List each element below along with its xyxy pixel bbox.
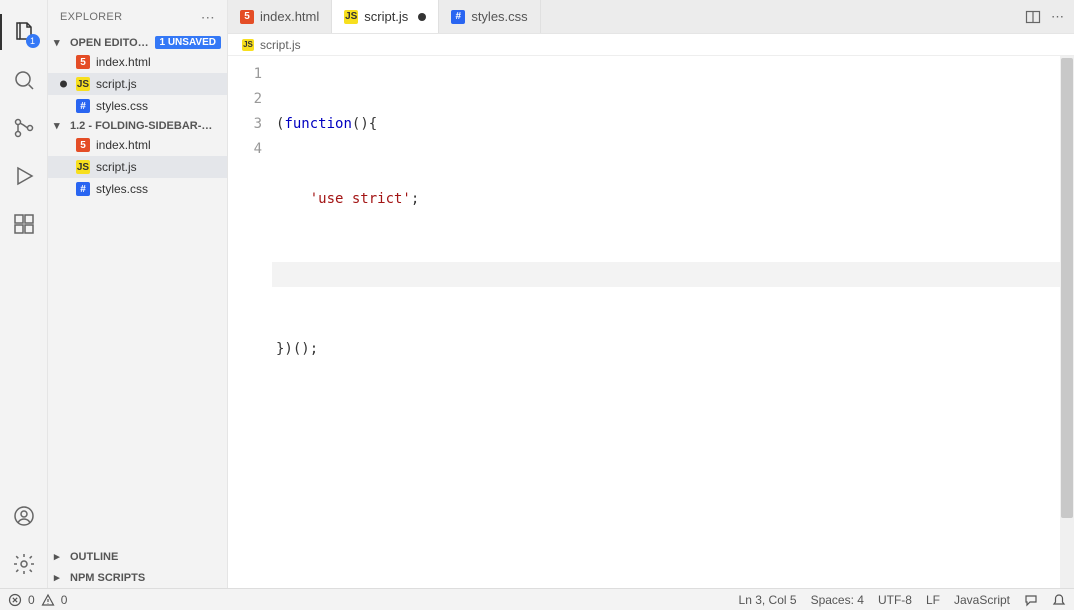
source-control-icon	[12, 116, 36, 140]
html-file-icon: 5	[76, 55, 90, 69]
open-editor-item[interactable]: # styles.css	[48, 95, 227, 117]
folder-file-item[interactable]: 5 index.html	[48, 134, 227, 156]
warnings-count[interactable]: 0	[61, 593, 68, 607]
activity-extensions[interactable]	[0, 200, 48, 248]
account-icon	[12, 504, 36, 528]
status-bar: 0 0 Ln 3, Col 5 Spaces: 4 UTF-8 LF JavaS…	[0, 588, 1074, 610]
open-editors-label: OPEN EDITO…	[70, 37, 151, 49]
file-label: index.html	[96, 55, 151, 69]
code-editor[interactable]: 1 2 3 4 (function(){ 'use strict'; })();	[228, 56, 1074, 588]
gear-icon	[12, 552, 36, 576]
tab-label: styles.css	[471, 9, 527, 24]
breadcrumbs[interactable]: JS script.js	[228, 34, 1074, 56]
status-encoding[interactable]: UTF-8	[878, 593, 912, 607]
sidebar-more-icon[interactable]: ⋯	[201, 9, 215, 26]
errors-icon[interactable]	[8, 593, 22, 607]
line-number: 2	[228, 87, 262, 112]
js-file-icon: JS	[242, 39, 254, 51]
folder-file-item[interactable]: # styles.css	[48, 178, 227, 200]
feedback-icon[interactable]	[1024, 593, 1038, 607]
folder-file-item[interactable]: JS script.js	[48, 156, 227, 178]
chevron-down-icon: ▾	[54, 36, 66, 49]
split-editor-icon[interactable]	[1025, 9, 1041, 25]
code-token: ;	[411, 191, 419, 207]
code-token: function	[284, 116, 351, 132]
sidebar-header: EXPLORER ⋯	[48, 0, 227, 34]
line-number: 3	[228, 112, 262, 137]
editor-region: 5 index.html JS script.js # styles.css ⋯…	[228, 0, 1074, 588]
folder-header[interactable]: ▾ 1.2 - FOLDING-SIDEBAR-…	[48, 117, 227, 134]
activity-scm[interactable]	[0, 104, 48, 152]
dirty-indicator-icon	[60, 81, 67, 88]
outline-header[interactable]: ▸ OUTLINE	[48, 546, 227, 567]
tab-styles-css[interactable]: # styles.css	[439, 0, 540, 33]
status-language[interactable]: JavaScript	[954, 593, 1010, 607]
outline-label: OUTLINE	[70, 551, 118, 563]
open-editor-item[interactable]: JS script.js	[48, 73, 227, 95]
sidebar-title: EXPLORER	[60, 11, 122, 23]
file-label: styles.css	[96, 182, 148, 196]
unsaved-badge: 1 UNSAVED	[155, 36, 222, 49]
notifications-icon[interactable]	[1052, 593, 1066, 607]
breadcrumb-file: script.js	[260, 38, 301, 52]
line-number: 4	[228, 137, 262, 162]
npm-scripts-label: NPM SCRIPTS	[70, 572, 145, 584]
code-token	[276, 266, 310, 282]
file-label: styles.css	[96, 99, 148, 113]
js-file-icon: JS	[76, 160, 90, 174]
scrollbar-thumb[interactable]	[1061, 58, 1073, 518]
js-file-icon: JS	[344, 10, 358, 24]
file-label: script.js	[96, 77, 137, 91]
code-token	[276, 191, 310, 207]
css-file-icon: #	[451, 10, 465, 24]
tab-script-js[interactable]: JS script.js	[332, 0, 439, 33]
file-label: script.js	[96, 160, 137, 174]
activity-account[interactable]	[0, 492, 48, 540]
status-spaces[interactable]: Spaces: 4	[811, 593, 864, 607]
html-file-icon: 5	[240, 10, 254, 24]
line-gutter: 1 2 3 4	[228, 56, 272, 588]
activity-settings[interactable]	[0, 540, 48, 588]
tab-label: index.html	[260, 9, 319, 24]
activity-run[interactable]	[0, 152, 48, 200]
vertical-scrollbar[interactable]	[1060, 56, 1074, 588]
explorer-badge: 1	[26, 34, 40, 48]
dirty-indicator-icon	[418, 13, 426, 21]
css-file-icon: #	[76, 99, 90, 113]
chevron-right-icon: ▸	[54, 571, 66, 584]
line-number: 1	[228, 62, 262, 87]
main-area: 1 EXPLORER ⋯ ▾ OPEN EDITO… 1 UNS	[0, 0, 1074, 588]
search-icon	[12, 68, 36, 92]
tab-index-html[interactable]: 5 index.html	[228, 0, 332, 33]
code-token: 'use strict'	[310, 191, 411, 207]
tab-bar: 5 index.html JS script.js # styles.css ⋯	[228, 0, 1074, 34]
open-editors-header[interactable]: ▾ OPEN EDITO… 1 UNSAVED	[48, 34, 227, 51]
activity-explorer[interactable]: 1	[0, 8, 48, 56]
file-label: index.html	[96, 138, 151, 152]
code-token: ){	[360, 116, 377, 132]
errors-count[interactable]: 0	[28, 593, 35, 607]
activity-search[interactable]	[0, 56, 48, 104]
js-file-icon: JS	[76, 77, 90, 91]
folder-label: 1.2 - FOLDING-SIDEBAR-…	[70, 120, 221, 132]
open-editor-item[interactable]: 5 index.html	[48, 51, 227, 73]
sidebar: EXPLORER ⋯ ▾ OPEN EDITO… 1 UNSAVED 5 ind…	[48, 0, 228, 588]
warnings-icon[interactable]	[41, 593, 55, 607]
sidebar-bottom: ▸ OUTLINE ▸ NPM SCRIPTS	[48, 546, 227, 588]
html-file-icon: 5	[76, 138, 90, 152]
more-actions-icon[interactable]: ⋯	[1051, 9, 1064, 25]
status-ln-col[interactable]: Ln 3, Col 5	[739, 593, 797, 607]
chevron-down-icon: ▾	[54, 119, 66, 132]
activity-bar: 1	[0, 0, 48, 588]
tab-label: script.js	[364, 9, 408, 24]
run-debug-icon	[12, 164, 36, 188]
npm-scripts-header[interactable]: ▸ NPM SCRIPTS	[48, 567, 227, 588]
css-file-icon: #	[76, 182, 90, 196]
extensions-icon	[12, 212, 36, 236]
chevron-right-icon: ▸	[54, 550, 66, 563]
code-content[interactable]: (function(){ 'use strict'; })();	[272, 56, 1074, 588]
status-eol[interactable]: LF	[926, 593, 940, 607]
tab-actions: ⋯	[1015, 0, 1074, 33]
code-token: })();	[276, 341, 318, 357]
